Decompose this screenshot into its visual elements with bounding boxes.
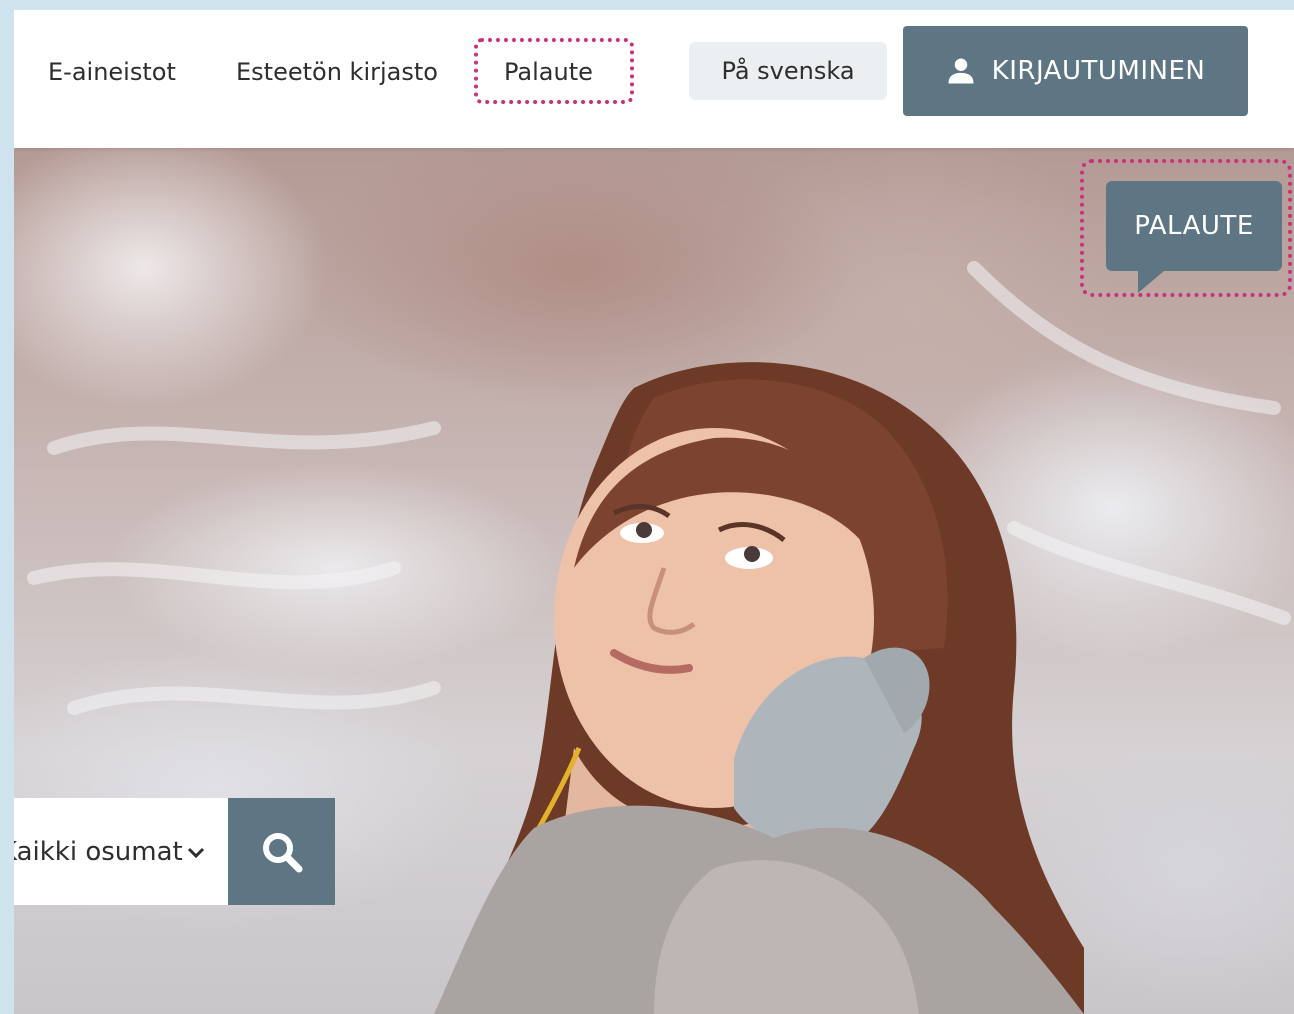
site-header: E-aineistot Esteetön kirjasto Palaute På… <box>14 10 1294 148</box>
login-button-label: KIRJAUTUMINEN <box>991 56 1206 86</box>
nav-link-esteeton-kirjasto[interactable]: Esteetön kirjasto <box>236 58 438 86</box>
language-switch-button[interactable]: På svenska <box>689 42 887 100</box>
speech-bubble-tail-icon <box>1138 271 1164 293</box>
search-scope-select[interactable]: Kaikki osumat <box>14 798 228 905</box>
nav-link-palaute[interactable]: Palaute <box>504 58 593 86</box>
browser-viewport: E-aineistot Esteetön kirjasto Palaute På… <box>14 10 1294 1014</box>
login-button[interactable]: KIRJAUTUMINEN <box>903 26 1248 116</box>
search-scope-value: Kaikki osumat <box>14 836 183 867</box>
search-icon <box>262 832 302 872</box>
nav-link-e-aineistot[interactable]: E-aineistot <box>48 58 176 86</box>
user-icon <box>948 58 974 84</box>
chevron-down-icon <box>187 837 205 867</box>
search-button[interactable] <box>228 798 335 905</box>
floating-feedback-button[interactable]: PALAUTE <box>1106 181 1282 271</box>
